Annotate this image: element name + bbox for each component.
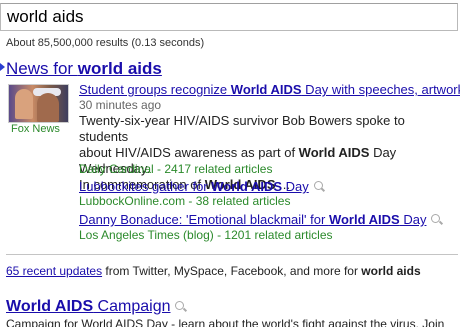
news-story-1-link[interactable]: Student groups recognize World AIDS Day …: [79, 82, 460, 97]
news-story-1-related-link[interactable]: 2417 related articles: [164, 162, 272, 176]
news-header-prefix: News for: [6, 59, 78, 78]
news-story-3-title: Danny Bonaduce: 'Emotional blackmail' fo…: [79, 212, 441, 227]
recent-updates: 65 recent updates from Twitter, MySpace,…: [6, 264, 421, 278]
result-1-link[interactable]: World AIDS Campaign: [6, 298, 170, 315]
news-story-3-related-link[interactable]: 1201 related articles: [224, 228, 332, 242]
universal-marker-icon: [0, 63, 5, 71]
section-divider: [6, 254, 458, 255]
result-stats: About 85,500,000 results (0.13 seconds): [6, 37, 205, 49]
result-1-title: World AIDS Campaign: [6, 298, 185, 316]
news-story-2-title: Lubbockites gather for World AIDS Day: [79, 179, 323, 194]
result-1-snippet: Campaign for World AIDS Day - learn abou…: [6, 317, 445, 327]
magnifier-icon[interactable]: [431, 214, 441, 223]
news-thumbnail-image[interactable]: [8, 84, 69, 123]
news-story-3-link[interactable]: Danny Bonaduce: 'Emotional blackmail' fo…: [79, 212, 426, 227]
news-story-1-time: 30 minutes ago: [79, 98, 162, 112]
search-input[interactable]: [1, 4, 447, 27]
news-story-2-source: LubbockOnline.com - 38 related articles: [79, 194, 291, 208]
news-story-3-source: Los Angeles Times (blog) - 1201 related …: [79, 228, 333, 242]
news-story-1-title: Student groups recognize World AIDS Day …: [79, 82, 460, 97]
news-story-2-related-link[interactable]: 38 related articles: [196, 194, 291, 208]
news-story-2-link[interactable]: Lubbockites gather for World AIDS Day: [79, 179, 309, 194]
magnifier-icon[interactable]: [175, 301, 185, 310]
thumbnail-source: Fox News: [11, 123, 60, 135]
news-story-1-source: Daily Cardinal - 2417 related articles: [79, 162, 273, 176]
news-header-link[interactable]: News for world aids: [6, 59, 162, 79]
news-header-query: world aids: [77, 59, 162, 78]
search-box[interactable]: [0, 3, 458, 31]
recent-updates-link[interactable]: 65 recent updates: [6, 264, 102, 278]
magnifier-icon[interactable]: [313, 181, 323, 190]
